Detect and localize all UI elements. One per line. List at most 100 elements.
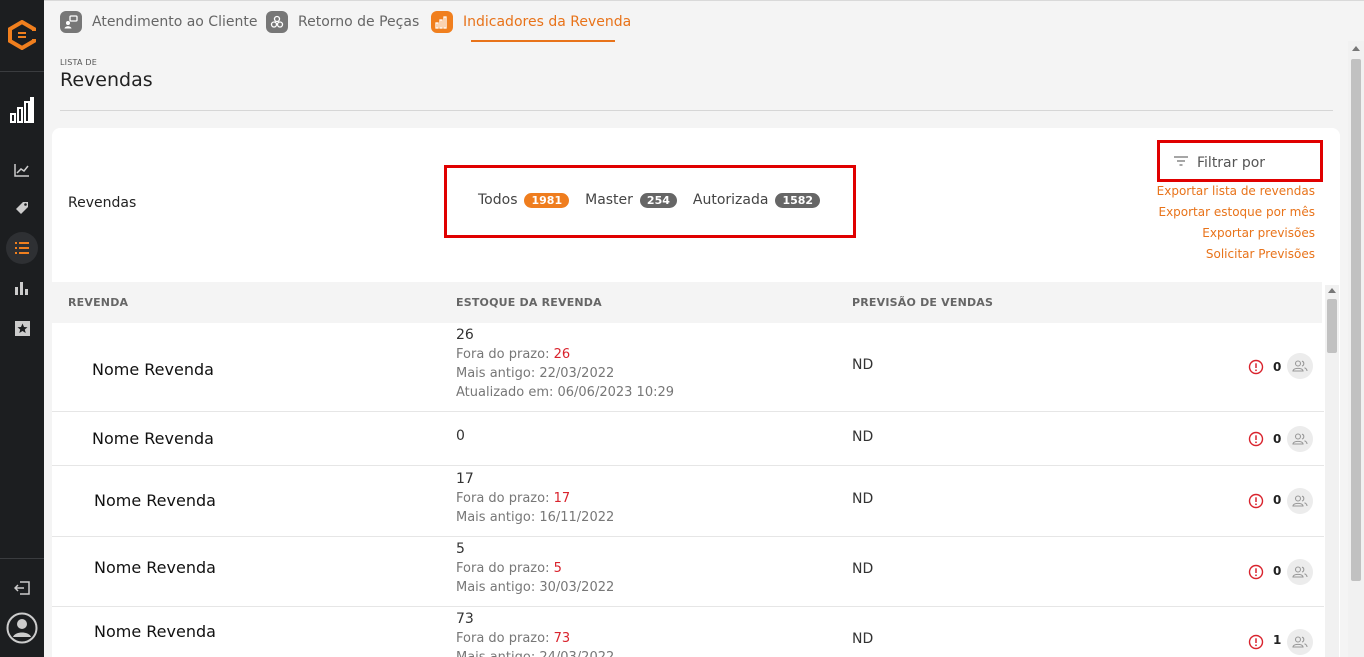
users-icon[interactable] — [1287, 353, 1313, 379]
revenda-name[interactable]: Nome Revenda — [92, 429, 214, 448]
stock-value: 26 — [456, 327, 474, 343]
active-tab-indicator — [471, 40, 615, 42]
scroll-up-arrow-icon[interactable] — [1352, 46, 1360, 51]
dashboard-bars-icon[interactable] — [10, 97, 34, 123]
star-icon[interactable] — [12, 318, 32, 338]
card-title: Revendas — [68, 195, 137, 211]
tab-atendimento-cliente[interactable]: Atendimento ao Cliente — [60, 9, 257, 35]
column-header-previsao: PREVISÃO DE VENDAS — [852, 296, 994, 309]
stock-cell: 17 Fora do prazo: 17 Mais antigo: 16/11/… — [456, 470, 614, 527]
table-scrollbar-thumb[interactable] — [1327, 299, 1337, 353]
page-header: LISTA DE Revendas — [60, 58, 153, 91]
list-icon[interactable] — [6, 232, 38, 264]
forecast-value: ND — [852, 491, 874, 507]
overdue-label: Fora do prazo: — [456, 561, 550, 576]
customer-service-icon — [60, 11, 82, 33]
overdue-line: Fora do prazo: 5 — [456, 559, 614, 578]
page-scrollbar[interactable] — [1348, 41, 1364, 657]
revenda-name[interactable]: Nome Revenda — [94, 558, 216, 577]
table-row[interactable]: Nome Revenda 73 Fora do prazo: 73 Mais a… — [52, 607, 1324, 657]
tab-label: Retorno de Peças — [298, 14, 420, 30]
export-estoque-link[interactable]: Exportar estoque por mês — [1157, 202, 1315, 223]
overdue-line: Fora do prazo: 17 — [456, 489, 614, 508]
users-icon[interactable] — [1287, 488, 1313, 514]
stock-value: 0 — [456, 428, 465, 444]
alert-count: 1 — [1273, 633, 1282, 647]
overdue-value: 73 — [553, 631, 571, 646]
revenda-name[interactable]: Nome Revenda — [94, 622, 216, 641]
alert-icon — [1248, 564, 1264, 580]
table-body: Nome Revenda 26 Fora do prazo: 26 Mais a… — [52, 323, 1324, 657]
tab-retorno-pecas[interactable]: Retorno de Peças — [266, 9, 419, 35]
overdue-line: Fora do prazo: 26 — [456, 345, 674, 364]
users-icon[interactable] — [1287, 559, 1313, 585]
header-divider — [60, 110, 1333, 111]
overdue-label: Fora do prazo: — [456, 631, 550, 646]
oldest-date: Mais antigo: 16/11/2022 — [456, 510, 615, 525]
logout-icon[interactable] — [12, 578, 32, 598]
bar-chart-icon — [431, 11, 453, 33]
revenda-name[interactable]: Nome Revenda — [92, 360, 214, 379]
filter-by-button[interactable]: Filtrar por — [1165, 150, 1315, 176]
table-row[interactable]: Nome Revenda 26 Fora do prazo: 26 Mais a… — [52, 323, 1324, 412]
tab-label: Atendimento ao Cliente — [92, 14, 258, 30]
column-header-revenda: REVENDA — [68, 296, 129, 309]
stock-value: 5 — [456, 541, 465, 557]
alert-count: 0 — [1273, 493, 1282, 507]
stock-cell: 73 Fora do prazo: 73 Mais antigo: 24/03/… — [456, 610, 614, 657]
alert-count: 0 — [1273, 564, 1282, 578]
parts-return-icon — [266, 11, 288, 33]
tab-indicadores-revenda[interactable]: Indicadores da Revenda — [431, 9, 631, 35]
column-header-estoque: ESTOQUE DA REVENDA — [456, 296, 602, 309]
filter-master[interactable]: Master 254 — [585, 192, 677, 208]
alert-count: 0 — [1273, 360, 1282, 374]
stock-cell: 26 Fora do prazo: 26 Mais antigo: 22/03/… — [456, 326, 674, 402]
export-links: Exportar lista de revendas Exportar esto… — [1157, 181, 1315, 265]
count-badge: 254 — [639, 192, 677, 208]
stock-value: 73 — [456, 611, 474, 627]
solicitar-previsoes-link[interactable]: Solicitar Previsões — [1157, 244, 1315, 265]
count-badge: 1981 — [524, 192, 570, 208]
overdue-value: 5 — [553, 561, 562, 576]
bar-chart-icon[interactable] — [12, 278, 32, 298]
updated-at: Atualizado em: 06/06/2023 10:29 — [456, 385, 675, 400]
alert-icon — [1248, 431, 1264, 447]
revenda-name[interactable]: Nome Revenda — [94, 491, 216, 510]
stock-cell: 0 — [456, 427, 465, 446]
tag-icon[interactable] — [12, 198, 32, 218]
filter-label: Todos — [478, 192, 518, 208]
page-scrollbar-thumb[interactable] — [1351, 59, 1361, 581]
count-badge: 1582 — [775, 192, 821, 208]
users-icon[interactable] — [1287, 629, 1313, 655]
page-title: Revendas — [60, 69, 153, 91]
export-revendas-link[interactable]: Exportar lista de revendas — [1157, 181, 1315, 202]
line-chart-icon[interactable] — [12, 160, 32, 180]
forecast-value: ND — [852, 357, 874, 373]
filter-label: Master — [585, 192, 633, 208]
brand-logo[interactable] — [7, 19, 37, 51]
sidebar — [0, 0, 44, 657]
user-avatar-icon[interactable] — [6, 612, 38, 644]
overdue-value: 17 — [553, 491, 571, 506]
revendas-card: Revendas Todos 1981 Master 254 Autorizad… — [52, 128, 1340, 657]
users-icon[interactable] — [1287, 426, 1313, 452]
filter-label: Autorizada — [692, 192, 769, 208]
top-tab-bar: Atendimento ao Cliente Retorno de Peças … — [44, 0, 1364, 42]
table-row[interactable]: Nome Revenda 17 Fora do prazo: 17 Mais a… — [52, 466, 1324, 537]
forecast-value: ND — [852, 561, 874, 577]
table-row[interactable]: Nome Revenda 0 ND 0 — [52, 412, 1324, 466]
overdue-label: Fora do prazo: — [456, 347, 550, 362]
alert-count: 0 — [1273, 432, 1282, 446]
forecast-value: ND — [852, 429, 874, 445]
stock-cell: 5 Fora do prazo: 5 Mais antigo: 30/03/20… — [456, 540, 614, 597]
filter-autorizada[interactable]: Autorizada 1582 — [692, 192, 821, 208]
scroll-up-arrow-icon[interactable] — [1328, 288, 1336, 293]
forecast-value: ND — [852, 631, 874, 647]
stock-value: 17 — [456, 471, 474, 487]
alert-icon — [1248, 634, 1264, 650]
export-previsoes-link[interactable]: Exportar previsões — [1157, 223, 1315, 244]
table-row[interactable]: Nome Revenda 5 Fora do prazo: 5 Mais ant… — [52, 537, 1324, 607]
table-scrollbar[interactable] — [1325, 285, 1339, 657]
filter-by-label: Filtrar por — [1197, 155, 1266, 171]
filter-todos[interactable]: Todos 1981 — [478, 192, 570, 208]
